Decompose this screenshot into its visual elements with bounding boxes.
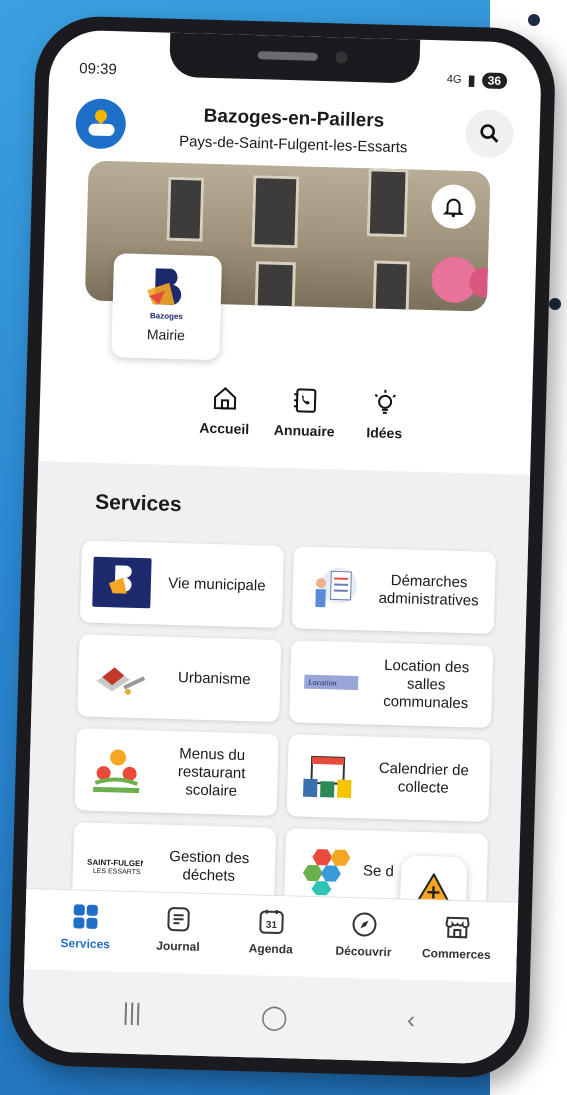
store-icon — [445, 916, 470, 939]
nav-agenda[interactable]: 31 Agenda — [229, 895, 313, 977]
app-header: Bazoges-en-Paillers Pays-de-Saint-Fulgen… — [47, 91, 541, 169]
quick-link-label: Idées — [366, 424, 403, 442]
service-label: Vie municipale — [168, 574, 266, 595]
compass-icon — [352, 912, 377, 937]
mairie-label: Mairie — [146, 326, 186, 344]
demarches-thumb-icon — [304, 563, 363, 615]
grid-icon — [73, 904, 99, 929]
bottom-navigation: Services Journal 31 Agenda Découvrir Com… — [24, 887, 519, 983]
urbanisme-thumb-icon — [90, 651, 149, 703]
restaurant-thumb-icon — [87, 745, 146, 797]
home-icon — [213, 387, 237, 410]
service-label: Location des salles communales — [382, 656, 470, 713]
background-bullet — [549, 298, 561, 310]
home-circle-icon[interactable]: ◯ — [260, 1002, 288, 1032]
service-label: Démarches administratives — [378, 572, 479, 610]
quick-links: Accueil Annuaire Idées — [189, 383, 420, 443]
service-card-urbanisme[interactable]: Urbanisme — [77, 634, 282, 722]
search-icon — [480, 124, 499, 143]
svg-text:LES ESSARTS: LES ESSARTS — [93, 868, 141, 876]
notifications-button[interactable] — [430, 184, 477, 230]
nav-services[interactable]: Services — [44, 890, 128, 972]
mairie-logo-icon: Bazoges — [144, 266, 189, 321]
battery-icon: 36 — [481, 72, 508, 90]
service-card-vie-municipale[interactable]: Vie municipale — [79, 540, 285, 629]
nav-label: Commerces — [421, 946, 491, 962]
nav-commerces[interactable]: Commerces — [415, 900, 499, 982]
calendar-bins-thumb-icon — [299, 751, 358, 803]
svg-text:SAINT-FULGENT: SAINT-FULGENT — [87, 858, 144, 869]
services-title: Services — [94, 490, 182, 517]
service-label: Menus du restaurant scolaire — [177, 745, 246, 800]
saint-fulgent-logo-icon: SAINT-FULGENT LES ESSARTS — [84, 839, 151, 891]
quick-link-accueil[interactable]: Accueil — [189, 383, 260, 439]
nav-label: Journal — [156, 938, 200, 954]
services-grid: Vie municipale Démarches administratives… — [70, 540, 502, 968]
status-time: 09:39 — [79, 60, 118, 79]
network-indicator: 4G — [446, 73, 462, 86]
background-bullet — [528, 14, 540, 26]
agenda-badge: 31 — [266, 920, 278, 931]
document-icon — [167, 907, 190, 932]
bell-icon — [442, 198, 464, 218]
service-card-menus[interactable]: Menus du restaurant scolaire — [74, 728, 279, 816]
mairie-logo-text: Bazoges — [149, 311, 183, 322]
nav-label: Services — [60, 935, 111, 952]
quick-link-idees[interactable]: Idées — [349, 388, 420, 444]
back-icon[interactable]: ‹ — [407, 1007, 416, 1035]
svg-text:Location: Location — [307, 678, 337, 688]
signal-icon: ▮ — [467, 72, 476, 90]
service-label: Calendrier de collecte — [378, 759, 470, 797]
lightbulb-icon — [374, 389, 396, 414]
service-label: Urbanisme — [177, 669, 251, 689]
service-card-calendrier[interactable]: Calendrier de collecte — [286, 734, 491, 822]
phone-frame: 09:39 4G ▮ 36 Bazoges-en-Paillers Pays-d… — [7, 14, 557, 1080]
mobility-thumb-icon — [296, 845, 355, 897]
quick-link-label: Annuaire — [273, 421, 335, 440]
service-card-location-salles[interactable]: Location Location des salles communales — [289, 640, 494, 728]
phone-book-icon — [293, 388, 317, 413]
vie-municipale-thumb-icon — [92, 556, 152, 609]
recent-apps-icon[interactable]: ||| — [122, 999, 141, 1028]
location-thumb-icon: Location — [302, 657, 361, 709]
quick-link-annuaire[interactable]: Annuaire — [269, 386, 340, 442]
status-right: 4G ▮ 36 — [447, 70, 508, 90]
calendar-icon: 31 — [259, 909, 284, 935]
nav-label: Agenda — [248, 941, 293, 957]
phone-screen: 09:39 4G ▮ 36 Bazoges-en-Paillers Pays-d… — [21, 29, 543, 1065]
mairie-card[interactable]: Bazoges Mairie — [111, 253, 223, 361]
system-navigation: ||| ◯ ‹ — [21, 968, 516, 1065]
nav-decouvrir[interactable]: Découvrir — [322, 897, 406, 979]
service-card-demarches[interactable]: Démarches administratives — [291, 546, 496, 634]
nav-journal[interactable]: Journal — [136, 892, 220, 974]
quick-link-label: Accueil — [199, 419, 250, 438]
nav-label: Découvrir — [335, 943, 392, 960]
camera-notch — [169, 32, 421, 84]
